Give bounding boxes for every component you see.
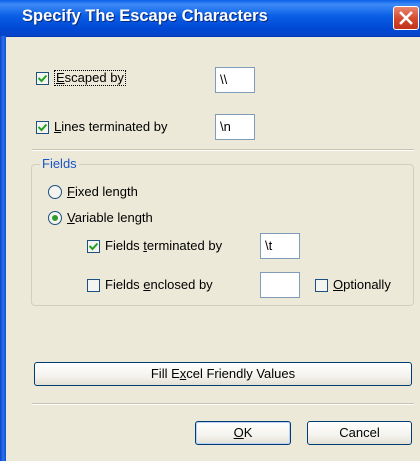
ok-button[interactable]: OK: [195, 421, 291, 445]
close-button[interactable]: [393, 6, 419, 30]
cancel-button[interactable]: Cancel: [307, 421, 412, 445]
escaped-by-label[interactable]: Escaped by: [54, 70, 126, 86]
checkmark-icon: [89, 242, 98, 251]
radio-dot: [52, 215, 58, 221]
window-left-border: [0, 36, 6, 461]
escaped-by-checkbox[interactable]: [36, 72, 49, 85]
fields-terminated-field[interactable]: \t: [260, 233, 300, 259]
lines-terminated-field[interactable]: \n: [215, 114, 255, 140]
divider: [32, 403, 414, 405]
divider: [32, 149, 414, 151]
variable-length-label[interactable]: Variable length: [67, 210, 153, 226]
optionally-label[interactable]: Optionally: [333, 277, 391, 293]
lines-terminated-label[interactable]: Lines terminated by: [54, 119, 167, 135]
fields-enclosed-label[interactable]: Fields enclosed by: [105, 277, 213, 293]
fields-terminated-label[interactable]: Fields terminated by: [105, 238, 222, 254]
fields-terminated-checkbox[interactable]: [87, 240, 100, 253]
fields-enclosed-checkbox[interactable]: [87, 279, 100, 292]
fields-enclosed-field[interactable]: [260, 272, 300, 298]
dialog-title: Specify The Escape Characters: [22, 7, 268, 25]
optionally-checkbox[interactable]: [315, 279, 328, 292]
checkmark-icon: [38, 123, 47, 132]
fields-legend: Fields: [40, 156, 79, 172]
title-bar[interactable]: Specify The Escape Characters: [0, 0, 420, 37]
fill-excel-friendly-values-button[interactable]: Fill Excel Friendly Values: [34, 362, 412, 386]
escape-characters-dialog: Specify The Escape Characters Escaped by…: [0, 0, 420, 461]
variable-length-radio[interactable]: [48, 211, 62, 225]
lines-terminated-checkbox[interactable]: [36, 121, 49, 134]
checkmark-icon: [38, 74, 47, 83]
escaped-by-field[interactable]: \\: [215, 67, 255, 93]
fixed-length-radio[interactable]: [48, 185, 62, 199]
fixed-length-label[interactable]: Fixed length: [67, 184, 138, 200]
close-icon: [399, 11, 413, 25]
